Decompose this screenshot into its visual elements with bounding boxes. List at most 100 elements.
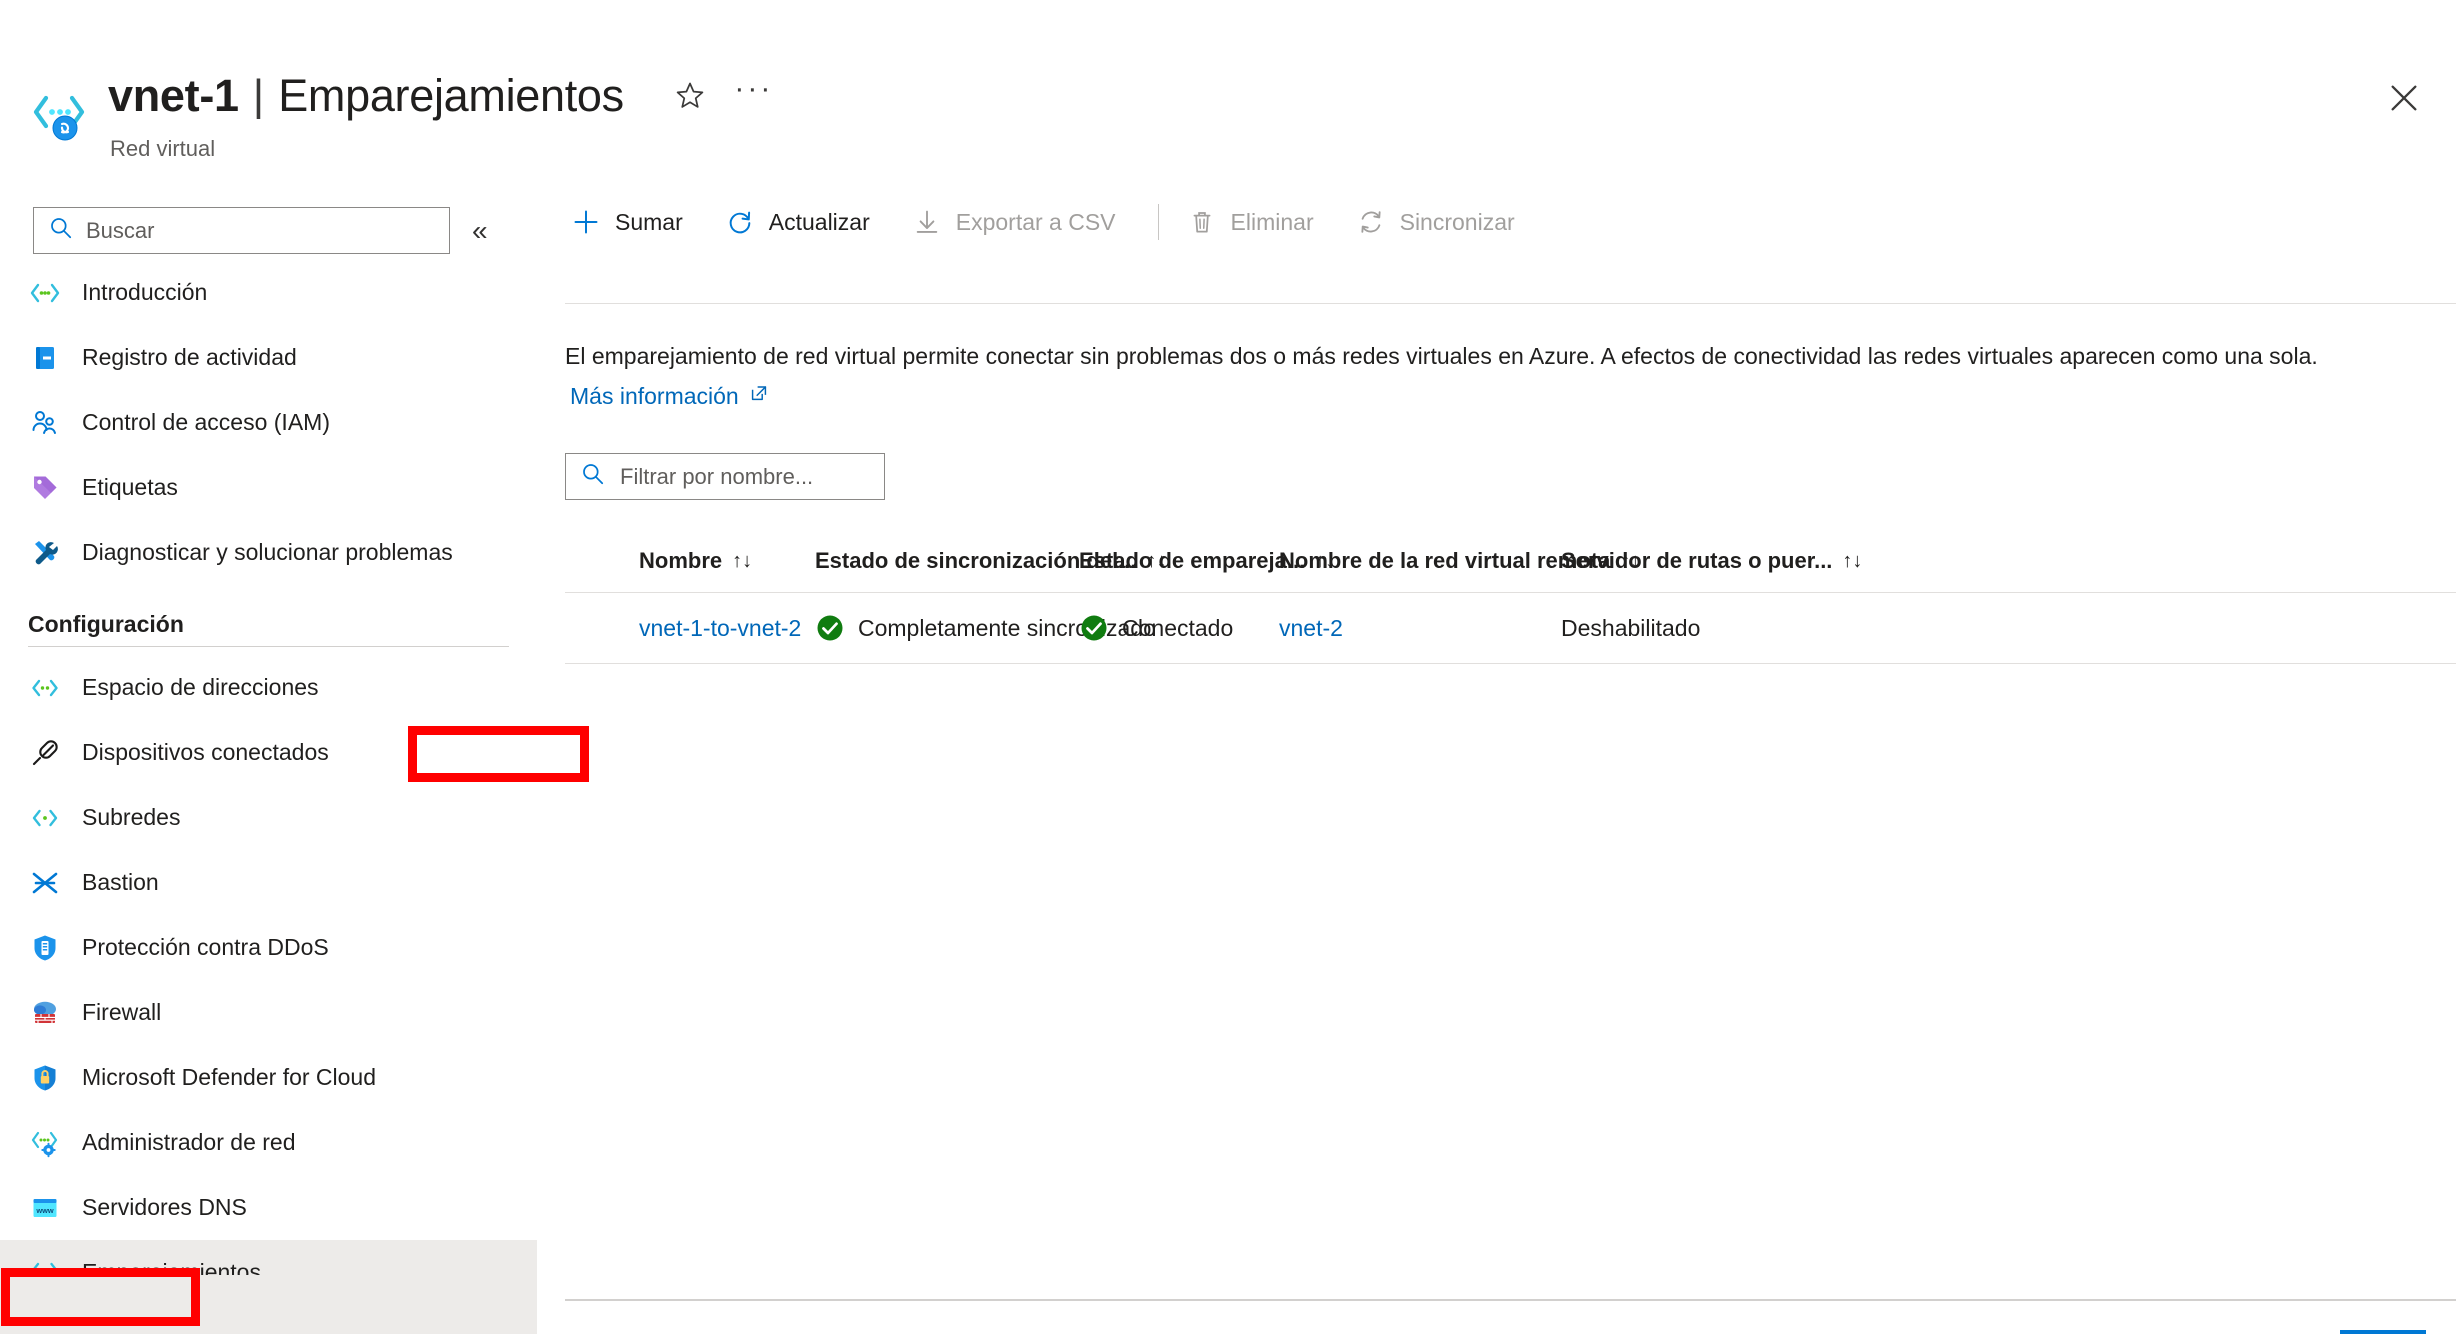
cell-estado-sincronizacion: Completamente sincronizado — [815, 613, 1079, 643]
sort-icon: ↑↓ — [732, 550, 752, 573]
sidebar-item-servidores-dns[interactable]: www Servidores DNS — [0, 1175, 537, 1240]
sidebar-item-etiquetas[interactable]: Etiquetas — [0, 455, 537, 520]
footer-divider — [565, 1299, 2456, 1301]
delete-button[interactable]: Eliminar — [1181, 198, 1332, 246]
sidebar-item-firewall[interactable]: Firewall — [0, 980, 537, 1045]
green-check-icon — [1079, 613, 1109, 643]
subnet-icon — [28, 801, 62, 835]
sidebar-item-administrador-de-red[interactable]: Administrador de red — [0, 1110, 537, 1175]
export-csv-button-label: Exportar a CSV — [956, 209, 1116, 236]
sidebar-item-diagnosticar-y-solucionar-problemas[interactable]: Diagnosticar y solucionar problemas — [0, 520, 537, 585]
address-space-icon — [28, 671, 62, 705]
cell-red-virtual-remota: vnet-2 — [1279, 615, 1561, 642]
sidebar-item-proteccion-contra-ddos[interactable]: Protección contra DDoS — [0, 915, 537, 980]
column-header-label: Nombre — [639, 548, 722, 574]
column-header-label: Servidor de rutas o puer... — [1561, 548, 1832, 574]
learn-more-label: Más información — [570, 383, 739, 410]
resource-name: vnet-1 — [108, 70, 239, 122]
sync-button-label: Sincronizar — [1400, 209, 1515, 236]
sidebar-item-label: Diagnosticar y solucionar problemas — [82, 539, 453, 566]
cell-nombre: vnet-1-to-vnet-2 — [565, 615, 815, 642]
column-header-servidor-de-rutas[interactable]: Servidor de rutas o puer... ↑↓ — [1561, 548, 1861, 574]
sidebar-item-label: Dispositivos conectados — [82, 739, 329, 766]
blade-section-name: Emparejamientos — [278, 70, 624, 122]
footer-accent-tab — [2340, 1330, 2426, 1334]
sidebar-item-label: Protección contra DDoS — [82, 934, 329, 961]
firewall-icon — [28, 996, 62, 1030]
sidebar-item-introduccion[interactable]: Introducción — [0, 260, 537, 325]
toolbar-separator — [1158, 204, 1159, 240]
sidebar-item-label: Firewall — [82, 999, 161, 1026]
resource-type-subtitle: Red virtual — [110, 136, 215, 162]
download-icon — [910, 205, 944, 239]
plus-icon — [569, 205, 603, 239]
sidebar-item-label: Control de acceso (IAM) — [82, 409, 330, 436]
delete-button-label: Eliminar — [1231, 209, 1314, 236]
peering-name-link[interactable]: vnet-1-to-vnet-2 — [639, 615, 801, 642]
peerings-table: Nombre ↑↓ Estado de sincronización del..… — [565, 530, 2456, 664]
chevron-double-left-icon[interactable]: « — [472, 213, 488, 249]
ddos-shield-icon — [28, 931, 62, 965]
sidebar-item-label: Administrador de red — [82, 1129, 296, 1156]
peering-description: El emparejamiento de red virtual permite… — [565, 339, 2431, 373]
sidebar-nav: Introducción Registro de actividad — [0, 260, 537, 1305]
table-row[interactable]: vnet-1-to-vnet-2 Completamente sincroniz… — [565, 592, 2456, 664]
vnet-icon — [28, 276, 62, 310]
export-csv-button[interactable]: Exportar a CSV — [906, 198, 1134, 246]
column-header-red-virtual-remota[interactable]: Nombre de la red virtual remota ↑↓ — [1279, 548, 1561, 574]
filter-field: Filtrar por nombre... — [565, 453, 885, 500]
svg-text:www: www — [35, 1206, 53, 1215]
external-link-icon — [748, 382, 770, 410]
sort-icon: ↑↓ — [1842, 550, 1862, 573]
refresh-icon — [723, 205, 757, 239]
learn-more-link[interactable]: Más información — [570, 382, 770, 410]
sidebar-group-title: Configuración — [0, 611, 537, 638]
blade-header: vnet-1 | Emparejamientos ··· Red virtual — [0, 0, 2456, 185]
activity-log-icon — [28, 341, 62, 375]
sidebar-item-label: Subredes — [82, 804, 180, 831]
cell-estado-emparejamiento: Conectado — [1079, 613, 1279, 643]
sidebar-item-control-de-acceso-iam[interactable]: Control de acceso (IAM) — [0, 390, 537, 455]
sync-button[interactable]: Sincronizar — [1350, 198, 1533, 246]
remote-vnet-link[interactable]: vnet-2 — [1279, 615, 1343, 642]
dns-server-icon: www — [28, 1191, 62, 1225]
sidebar-selected-extension — [0, 1275, 537, 1334]
sidebar-item-label: Bastion — [82, 869, 159, 896]
sidebar-item-espacio-de-direcciones[interactable]: Espacio de direcciones — [0, 655, 537, 720]
filter-placeholder: Filtrar por nombre... — [620, 464, 813, 490]
filter-input[interactable]: Filtrar por nombre... — [565, 453, 885, 500]
column-header-estado-emparejamiento[interactable]: Estado de empareja... ↑↓ — [1079, 548, 1279, 574]
column-header-estado-sincronizacion[interactable]: Estado de sincronización del... ↑↓ — [815, 548, 1079, 574]
sidebar-item-registro-de-actividad[interactable]: Registro de actividad — [0, 325, 537, 390]
sidebar-item-microsoft-defender-for-cloud[interactable]: Microsoft Defender for Cloud — [0, 1045, 537, 1110]
blade-content: Sumar Actualizar Expor — [565, 185, 2456, 1334]
refresh-button-label: Actualizar — [769, 209, 870, 236]
search-input[interactable]: Buscar — [33, 207, 450, 254]
troubleshoot-icon — [28, 536, 62, 570]
search-icon — [48, 215, 74, 246]
column-header-nombre[interactable]: Nombre ↑↓ — [565, 548, 815, 574]
sidebar-search: Buscar — [33, 207, 450, 254]
defender-shield-icon — [28, 1061, 62, 1095]
green-check-icon — [815, 613, 845, 643]
azure-portal-peerings-page: vnet-1 | Emparejamientos ··· Red virtual — [0, 0, 2456, 1334]
sidebar-item-bastion[interactable]: Bastion — [0, 850, 537, 915]
virtual-network-peering-icon — [32, 88, 88, 144]
cell-value: Deshabilitado — [1561, 615, 1700, 642]
refresh-button[interactable]: Actualizar — [719, 198, 888, 246]
tag-icon — [28, 471, 62, 505]
sidebar-item-subredes[interactable]: Subredes — [0, 785, 537, 850]
connected-devices-icon — [28, 736, 62, 770]
search-icon — [580, 461, 606, 492]
blade-title: vnet-1 | Emparejamientos ··· — [108, 70, 776, 122]
cell-servidor-de-rutas: Deshabilitado — [1561, 615, 1861, 642]
sidebar-item-dispositivos-conectados[interactable]: Dispositivos conectados — [0, 720, 537, 785]
table-header-row: Nombre ↑↓ Estado de sincronización del..… — [565, 530, 2456, 592]
star-icon[interactable] — [668, 74, 712, 118]
sidebar-item-label: Espacio de direcciones — [82, 674, 319, 701]
add-button[interactable]: Sumar — [565, 198, 701, 246]
trash-icon — [1185, 205, 1219, 239]
sidebar-item-label: Introducción — [82, 279, 207, 306]
ellipsis-icon[interactable]: ··· — [732, 74, 776, 118]
close-icon[interactable] — [2376, 70, 2432, 126]
